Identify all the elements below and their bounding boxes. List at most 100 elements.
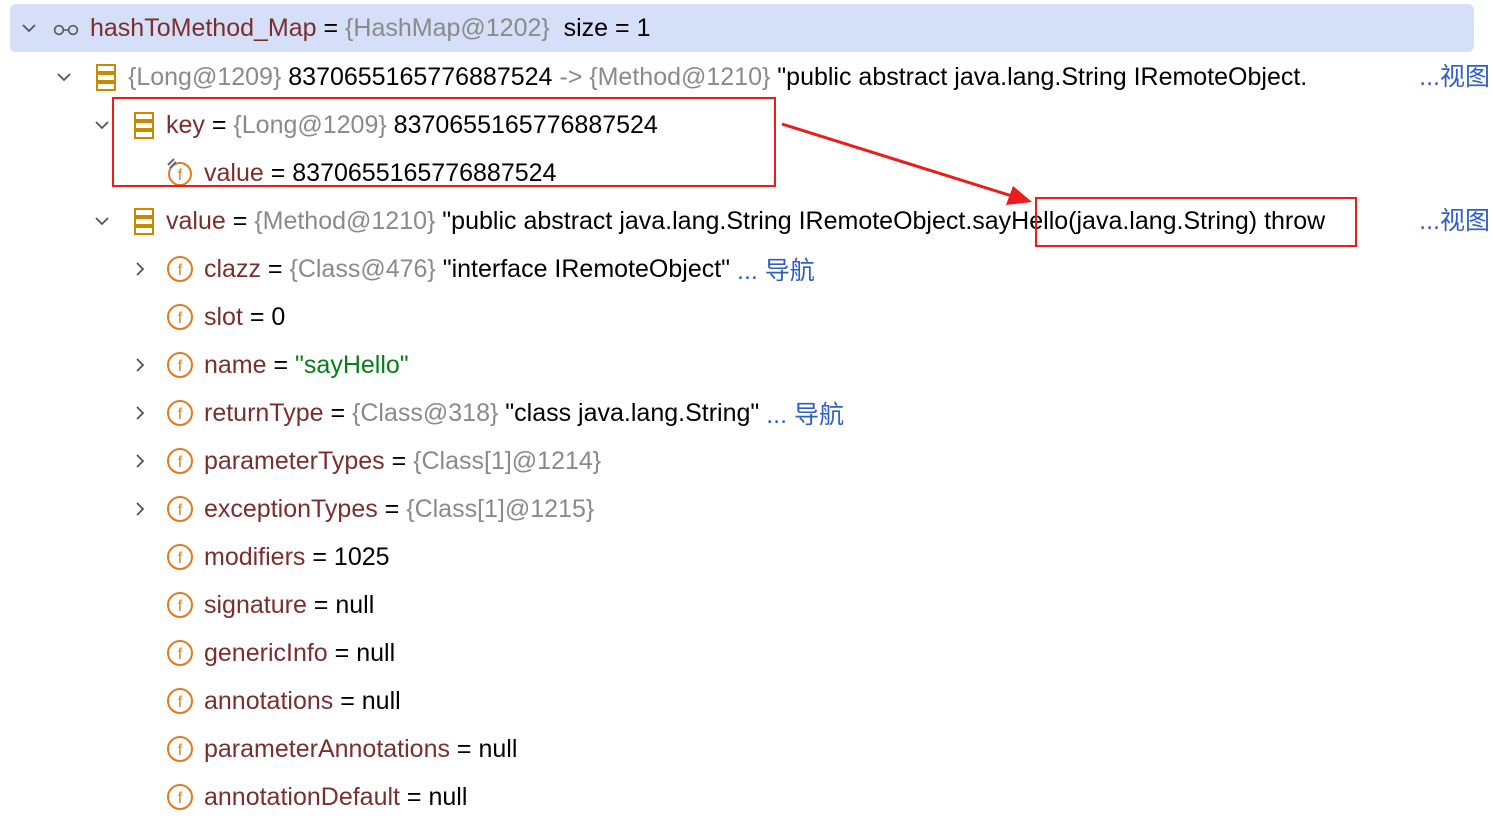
value-reference: -> {Method@1210} xyxy=(559,62,771,91)
equals-sign: = xyxy=(327,638,357,667)
navigate-link[interactable]: ... 导航 xyxy=(737,251,815,287)
chevron-down-icon[interactable] xyxy=(20,19,38,37)
view-link[interactable]: ...视图 xyxy=(1419,197,1490,245)
object-reference: {Class[1]@1214} xyxy=(413,446,602,475)
glasses-watch-icon xyxy=(52,16,84,44)
field-value: null xyxy=(361,686,401,715)
chevron-down-icon[interactable] xyxy=(93,116,111,134)
tree-row-map-entry[interactable]: {Long@1209} 8370655165776887524 -> {Meth… xyxy=(0,53,1492,101)
equals-sign: = xyxy=(306,590,336,619)
field-name: genericInfo xyxy=(204,638,328,667)
field-icon: f xyxy=(166,687,194,715)
annotation-box-method-signature xyxy=(1035,197,1357,247)
svg-text:f: f xyxy=(178,646,183,663)
svg-text:f: f xyxy=(178,310,183,327)
field-name: annotations xyxy=(204,686,334,715)
equals-sign: = xyxy=(399,782,429,811)
object-reference: {Method@1210} xyxy=(254,206,436,235)
view-link[interactable]: ...视图 xyxy=(1419,53,1490,101)
field-name: signature xyxy=(204,590,307,619)
field-value: null xyxy=(428,782,468,811)
field-icon: f xyxy=(166,783,194,811)
tree-row-slot[interactable]: f slot = 0 xyxy=(0,293,1492,341)
key-reference: {Long@1209} xyxy=(128,62,282,91)
tree-row-annotationDefault[interactable]: f annotationDefault = null xyxy=(0,773,1492,821)
svg-text:f: f xyxy=(178,454,183,471)
equals-sign: = xyxy=(333,686,362,715)
chevron-down-icon[interactable] xyxy=(55,68,73,86)
field-icon: f xyxy=(166,399,194,427)
tree-row-annotations[interactable]: f annotations = null xyxy=(0,677,1492,725)
field-name: slot xyxy=(204,302,243,331)
field-icon: f xyxy=(166,639,194,667)
equals-sign: = xyxy=(316,13,346,42)
field-name: name xyxy=(204,350,267,379)
field-icon: f xyxy=(166,303,194,331)
equals-sign: = xyxy=(449,734,479,763)
field-icon: f xyxy=(166,351,194,379)
svg-text:f: f xyxy=(178,502,183,519)
equals-sign: = xyxy=(384,446,414,475)
field-value: "interface IRemoteObject" xyxy=(435,254,737,283)
svg-text:f: f xyxy=(178,598,183,615)
field-value: null xyxy=(335,590,375,619)
object-reference: {HashMap@1202} xyxy=(345,13,550,42)
field-value: "class java.lang.String" xyxy=(498,398,767,427)
field-icon: f xyxy=(166,447,194,475)
method-string: "public abstract java.lang.String IRemot… xyxy=(435,206,973,235)
chevron-right-icon[interactable] xyxy=(131,356,149,374)
tree-row-genericInfo[interactable]: f genericInfo = null xyxy=(0,629,1492,677)
svg-text:f: f xyxy=(178,790,183,807)
chevron-right-icon[interactable] xyxy=(131,452,149,470)
chevron-down-icon[interactable] xyxy=(93,212,111,230)
tree-row-exceptionTypes[interactable]: f exceptionTypes = {Class[1]@1215} xyxy=(0,485,1492,533)
annotation-box-key xyxy=(112,97,776,187)
svg-text:f: f xyxy=(178,694,183,711)
key-value: 8370655165776887524 xyxy=(281,62,560,91)
chevron-right-icon[interactable] xyxy=(131,404,149,422)
field-icon: f xyxy=(166,543,194,571)
object-reference: {Class@318} xyxy=(352,398,499,427)
string-value: "sayHello" xyxy=(295,350,409,379)
field-name: exceptionTypes xyxy=(204,494,378,523)
svg-text:f: f xyxy=(178,550,183,567)
field-value: null xyxy=(478,734,518,763)
field-name: annotationDefault xyxy=(204,782,400,811)
field-name: modifiers xyxy=(204,542,306,571)
navigate-link[interactable]: ... 导航 xyxy=(766,395,844,431)
equals-sign: = xyxy=(305,542,334,571)
svg-text:f: f xyxy=(178,358,183,375)
equals-sign: = xyxy=(260,254,290,283)
tree-row-hashToMethod-Map[interactable]: hashToMethod_Map = {HashMap@1202} size =… xyxy=(0,4,1492,52)
object-reference: {Class@476} xyxy=(289,254,436,283)
size-label: size = 1 xyxy=(549,13,651,42)
field-name: parameterAnnotations xyxy=(204,734,450,763)
equals-sign: = xyxy=(242,302,272,331)
tree-row-signature[interactable]: f signature = null xyxy=(0,581,1492,629)
variable-name: hashToMethod_Map xyxy=(90,13,317,42)
svg-text:f: f xyxy=(178,406,183,423)
object-reference: {Class[1]@1215} xyxy=(406,494,595,523)
tree-row-parameterAnnotations[interactable]: f parameterAnnotations = null xyxy=(0,725,1492,773)
chevron-right-icon[interactable] xyxy=(131,500,149,518)
chevron-right-icon[interactable] xyxy=(131,260,149,278)
field-name: parameterTypes xyxy=(204,446,385,475)
equals-sign: = xyxy=(377,494,407,523)
tree-row-returnType[interactable]: f returnType = {Class@318} "class java.l… xyxy=(0,389,1492,437)
field-icon: f xyxy=(166,255,194,283)
svg-text:f: f xyxy=(178,262,183,279)
tree-row-clazz[interactable]: f clazz = {Class@476} "interface IRemote… xyxy=(0,245,1492,293)
tree-row-modifiers[interactable]: f modifiers = 1025 xyxy=(0,533,1492,581)
value-string: "public abstract java.lang.String IRemot… xyxy=(770,62,1308,91)
field-icon: f xyxy=(166,591,194,619)
field-name: returnType xyxy=(204,398,324,427)
tree-row-parameterTypes[interactable]: f parameterTypes = {Class[1]@1214} xyxy=(0,437,1492,485)
equals-sign: = xyxy=(266,350,296,379)
field-icon: f xyxy=(166,735,194,763)
field-icon: f xyxy=(166,495,194,523)
equals-sign: = xyxy=(225,206,255,235)
field-name: value xyxy=(166,206,226,235)
field-value: 0 xyxy=(271,302,286,331)
field-value: 1025 xyxy=(333,542,390,571)
tree-row-name[interactable]: f name = "sayHello" xyxy=(0,341,1492,389)
